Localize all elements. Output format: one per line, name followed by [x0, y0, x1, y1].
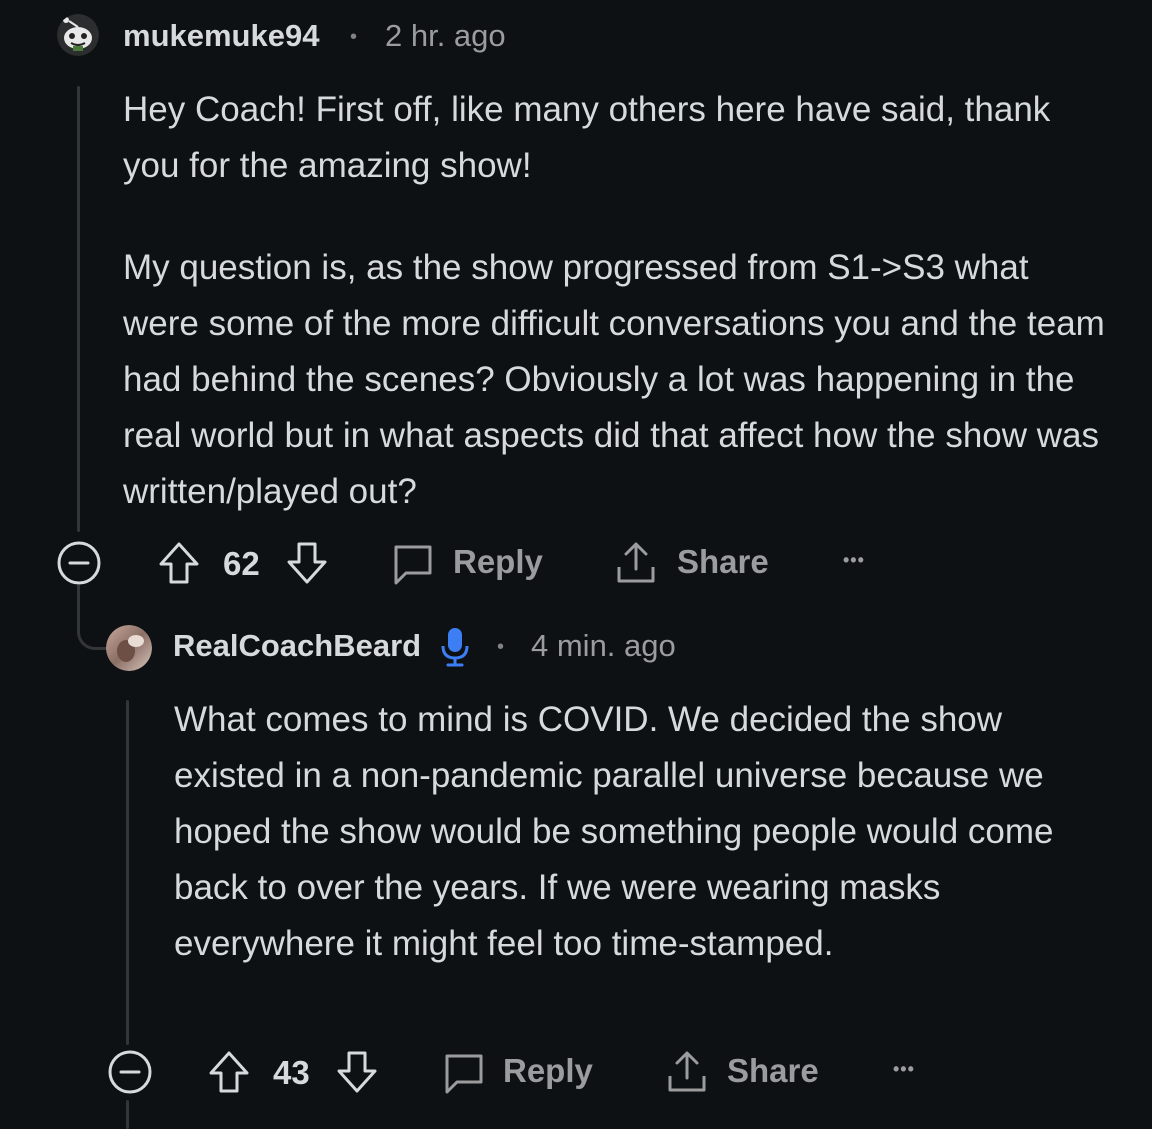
reply-button[interactable]: Reply — [453, 543, 543, 581]
thread-line[interactable] — [77, 86, 80, 532]
comment-username[interactable]: RealCoachBeard — [173, 628, 421, 664]
downvote-icon[interactable] — [335, 1049, 379, 1095]
reply-icon[interactable] — [441, 1050, 487, 1096]
comment-body: What comes to mind is COVID. We decided … — [174, 692, 1104, 972]
thread-line[interactable] — [126, 700, 129, 1045]
reply-icon[interactable] — [390, 541, 436, 587]
meta-separator: • — [350, 26, 358, 48]
thread-connector — [77, 585, 110, 650]
microphone-icon — [440, 626, 470, 668]
vote-count: 43 — [273, 1054, 310, 1091]
comment-paragraph: What comes to mind is COVID. We decided … — [174, 700, 1054, 963]
upvote-icon[interactable] — [207, 1049, 251, 1095]
user-photo-avatar — [106, 625, 152, 671]
share-button[interactable]: Share — [677, 543, 769, 581]
avatar[interactable] — [57, 14, 99, 56]
comment-timestamp: 2 hr. ago — [385, 18, 506, 53]
upvote-icon[interactable] — [157, 540, 201, 586]
share-icon[interactable] — [613, 539, 659, 587]
collapse-icon[interactable] — [56, 540, 102, 586]
share-icon[interactable] — [664, 1048, 710, 1096]
avatar[interactable] — [106, 625, 152, 671]
comment-username[interactable]: mukemuke94 — [123, 18, 319, 54]
vote-count: 62 — [223, 545, 260, 582]
snoo-avatar-icon — [57, 14, 99, 56]
thread-line[interactable] — [126, 1100, 129, 1129]
comment-timestamp: 4 min. ago — [531, 628, 676, 663]
comment-body: Hey Coach! First off, like many others h… — [123, 82, 1113, 520]
share-button[interactable]: Share — [727, 1052, 819, 1090]
meta-separator: • — [497, 636, 505, 658]
comment-paragraph: Hey Coach! First off, like many others h… — [123, 90, 1051, 185]
comment-paragraph: My question is, as the show progressed f… — [123, 248, 1105, 511]
more-options-icon[interactable]: ••• — [893, 1059, 915, 1080]
collapse-icon[interactable] — [107, 1049, 153, 1095]
downvote-icon[interactable] — [285, 540, 329, 586]
more-options-icon[interactable]: ••• — [843, 550, 865, 571]
reply-button[interactable]: Reply — [503, 1052, 593, 1090]
